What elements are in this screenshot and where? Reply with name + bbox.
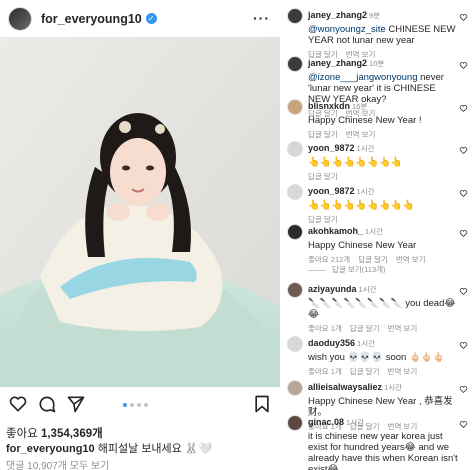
comment-time: 1시간 <box>365 227 384 236</box>
commenter-avatar[interactable] <box>287 184 303 200</box>
commenter-avatar[interactable] <box>287 8 303 24</box>
comment-action[interactable]: 좋아요 212개 <box>308 255 350 264</box>
comment-time: 1시간 <box>346 418 365 427</box>
comment-username[interactable]: janey_zhang2 <box>308 58 367 68</box>
comment-text: 🔪🔪🔪🔪🔪🔪🔪🔪 you dead😂😂 <box>308 298 456 320</box>
carousel-dot <box>144 403 148 407</box>
like-heart-icon[interactable] <box>8 394 28 414</box>
caption-text: 해피설날 보내세요 🐰🤍 <box>97 443 213 455</box>
comment-action[interactable]: 좋아요 1개 <box>308 367 342 376</box>
comment-like-heart-icon[interactable] <box>459 229 468 238</box>
comment-like-heart-icon[interactable] <box>459 146 468 155</box>
comment-like-heart-icon[interactable] <box>459 13 468 22</box>
comment-time: 9분 <box>369 11 381 20</box>
comment-like-heart-icon[interactable] <box>459 189 468 198</box>
verified-badge-icon: ✓ <box>145 13 157 24</box>
comment-action[interactable]: 번역 보기 <box>388 324 418 333</box>
commenter-avatar[interactable] <box>287 380 303 396</box>
post-header: for_everyoung10 ✓ ··· <box>0 0 280 37</box>
post-photo[interactable] <box>0 37 280 387</box>
commenter-avatar[interactable] <box>287 141 303 157</box>
likes-line[interactable]: 좋아요 1,354,369개 <box>6 425 103 441</box>
comment-text: it is chinese new year korea just exist … <box>308 431 458 470</box>
comment-username[interactable]: akohkamoh_ <box>308 226 363 236</box>
carousel-dot <box>130 403 134 407</box>
comment-body: blisnxkdn 16분 Happy Chinese New Year ! 답글 달… <box>308 96 458 140</box>
comments-list: janey_zhang2 9분 @wonyoungz_site CHINESE NE… <box>283 0 474 470</box>
comment-time: 1시간 <box>356 144 375 153</box>
comment-action[interactable]: 좋아요 1개 <box>308 324 342 333</box>
comment-username[interactable]: blisnxkdn <box>308 101 350 111</box>
comment-text: 👆👆👆👆👆👆👆👆 <box>308 157 403 168</box>
comment-body: yoon_9872 1시간 👆👆👆👆👆👆👆👆👆 답글 달기 <box>308 181 458 225</box>
commenter-avatar[interactable] <box>287 415 303 431</box>
view-replies-link[interactable]: 답글 보기(113개) <box>308 264 386 275</box>
comment-time: 16분 <box>352 102 368 111</box>
comment-text: Happy Chinese New Year ! <box>308 115 422 126</box>
bookmark-icon[interactable] <box>252 394 272 414</box>
comment-action[interactable]: 답글 달기 <box>350 367 380 376</box>
caption-username[interactable]: for_everyoung10 <box>6 443 95 455</box>
likes-label: 좋아요 <box>6 428 38 440</box>
comment-text: Happy Chinese New Year <box>308 240 417 251</box>
comment-mention[interactable]: @wonyoungz_site <box>308 24 386 35</box>
author-username[interactable]: for_everyoung10 <box>41 12 142 26</box>
comment-like-heart-icon[interactable] <box>459 287 468 296</box>
comment-time: 1시간 <box>357 339 376 348</box>
comment-username[interactable]: aziyayunda <box>308 284 357 294</box>
more-options-icon[interactable]: ··· <box>253 10 270 26</box>
comment-like-heart-icon[interactable] <box>459 385 468 394</box>
comment-like-heart-icon[interactable] <box>459 61 468 70</box>
comment-username[interactable]: yoon_9872 <box>308 143 355 153</box>
comment-body: aziyayunda 1시간 🔪🔪🔪🔪🔪🔪🔪🔪 you dead😂😂 좋아요 1개 답글… <box>308 279 458 334</box>
comment-time: 10분 <box>369 59 385 68</box>
likes-count: 1,354,369개 <box>40 428 103 440</box>
view-all-comments-link[interactable]: 댓글 10,907개 모두 보기 <box>6 457 109 470</box>
commenter-avatar[interactable] <box>287 224 303 240</box>
comment-time: 1시간 <box>384 383 403 392</box>
comment-body: akohkamoh_ 1시간 Happy Chinese New Year 좋아요 2… <box>308 221 458 265</box>
comment-like-heart-icon[interactable] <box>459 341 468 350</box>
author-avatar[interactable] <box>8 6 32 31</box>
caption: for_everyoung10 해피설날 보내세요 🐰🤍 <box>6 440 212 456</box>
comment-text: @wonyoungz_site CHINESE NEW YEAR not lun… <box>308 24 456 46</box>
comment-time: 1시간 <box>356 187 375 196</box>
comment-action[interactable]: 번역 보기 <box>388 367 418 376</box>
share-icon[interactable] <box>66 394 86 414</box>
carousel-dot <box>123 403 127 407</box>
comment-like-heart-icon[interactable] <box>459 420 468 429</box>
comment-action[interactable]: 답글 달기 <box>358 255 388 264</box>
comment-body: daoduy356 1시간 wish you 💀💀💀 soon 🖕🏻🖕🏻🖕🏻 좋아요 … <box>308 333 458 377</box>
carousel-dot <box>137 403 141 407</box>
commenter-avatar[interactable] <box>287 282 303 298</box>
comment-username[interactable]: yoon_9872 <box>308 186 355 196</box>
comment-meta: 좋아요 1개 답글 달기 번역 보기 <box>308 366 458 377</box>
comment-action[interactable]: 번역 보기 <box>396 255 426 264</box>
carousel-indicator <box>123 403 148 407</box>
commenter-avatar[interactable] <box>287 56 303 72</box>
commenter-avatar[interactable] <box>287 336 303 352</box>
comment-body: yoon_9872 1시간 👆👆👆👆👆👆👆👆 답글 달기 <box>308 138 458 182</box>
comment-body: ginac.08 1시간 it is chinese new year korea … <box>308 412 458 470</box>
comment-username[interactable]: ginac.08 <box>308 417 344 427</box>
comment-action[interactable]: 답글 달기 <box>350 324 380 333</box>
comment-username[interactable]: daoduy356 <box>308 338 355 348</box>
commenter-avatar[interactable] <box>287 99 303 115</box>
comment-text: wish you 💀💀💀 soon 🖕🏻🖕🏻🖕🏻 <box>308 352 445 363</box>
comment-username[interactable]: janey_zhang2 <box>308 10 367 20</box>
comment-mention[interactable]: @izone___jangwonyoung <box>308 72 417 83</box>
comment-username[interactable]: allieisalwaysaliez <box>308 382 382 392</box>
comment-icon[interactable] <box>37 394 57 414</box>
comment-action[interactable]: 답글 달기 <box>308 172 338 181</box>
comment-body: janey_zhang2 9분 @wonyoungz_site CHINESE NE… <box>308 5 458 60</box>
post-panel: for_everyoung10 ✓ ··· 좋아요 1,354,369개 for… <box>0 0 280 470</box>
comment-text: 👆👆👆👆👆👆👆👆👆 <box>308 200 415 211</box>
comment-like-heart-icon[interactable] <box>459 104 468 113</box>
comment-time: 1시간 <box>358 285 377 294</box>
